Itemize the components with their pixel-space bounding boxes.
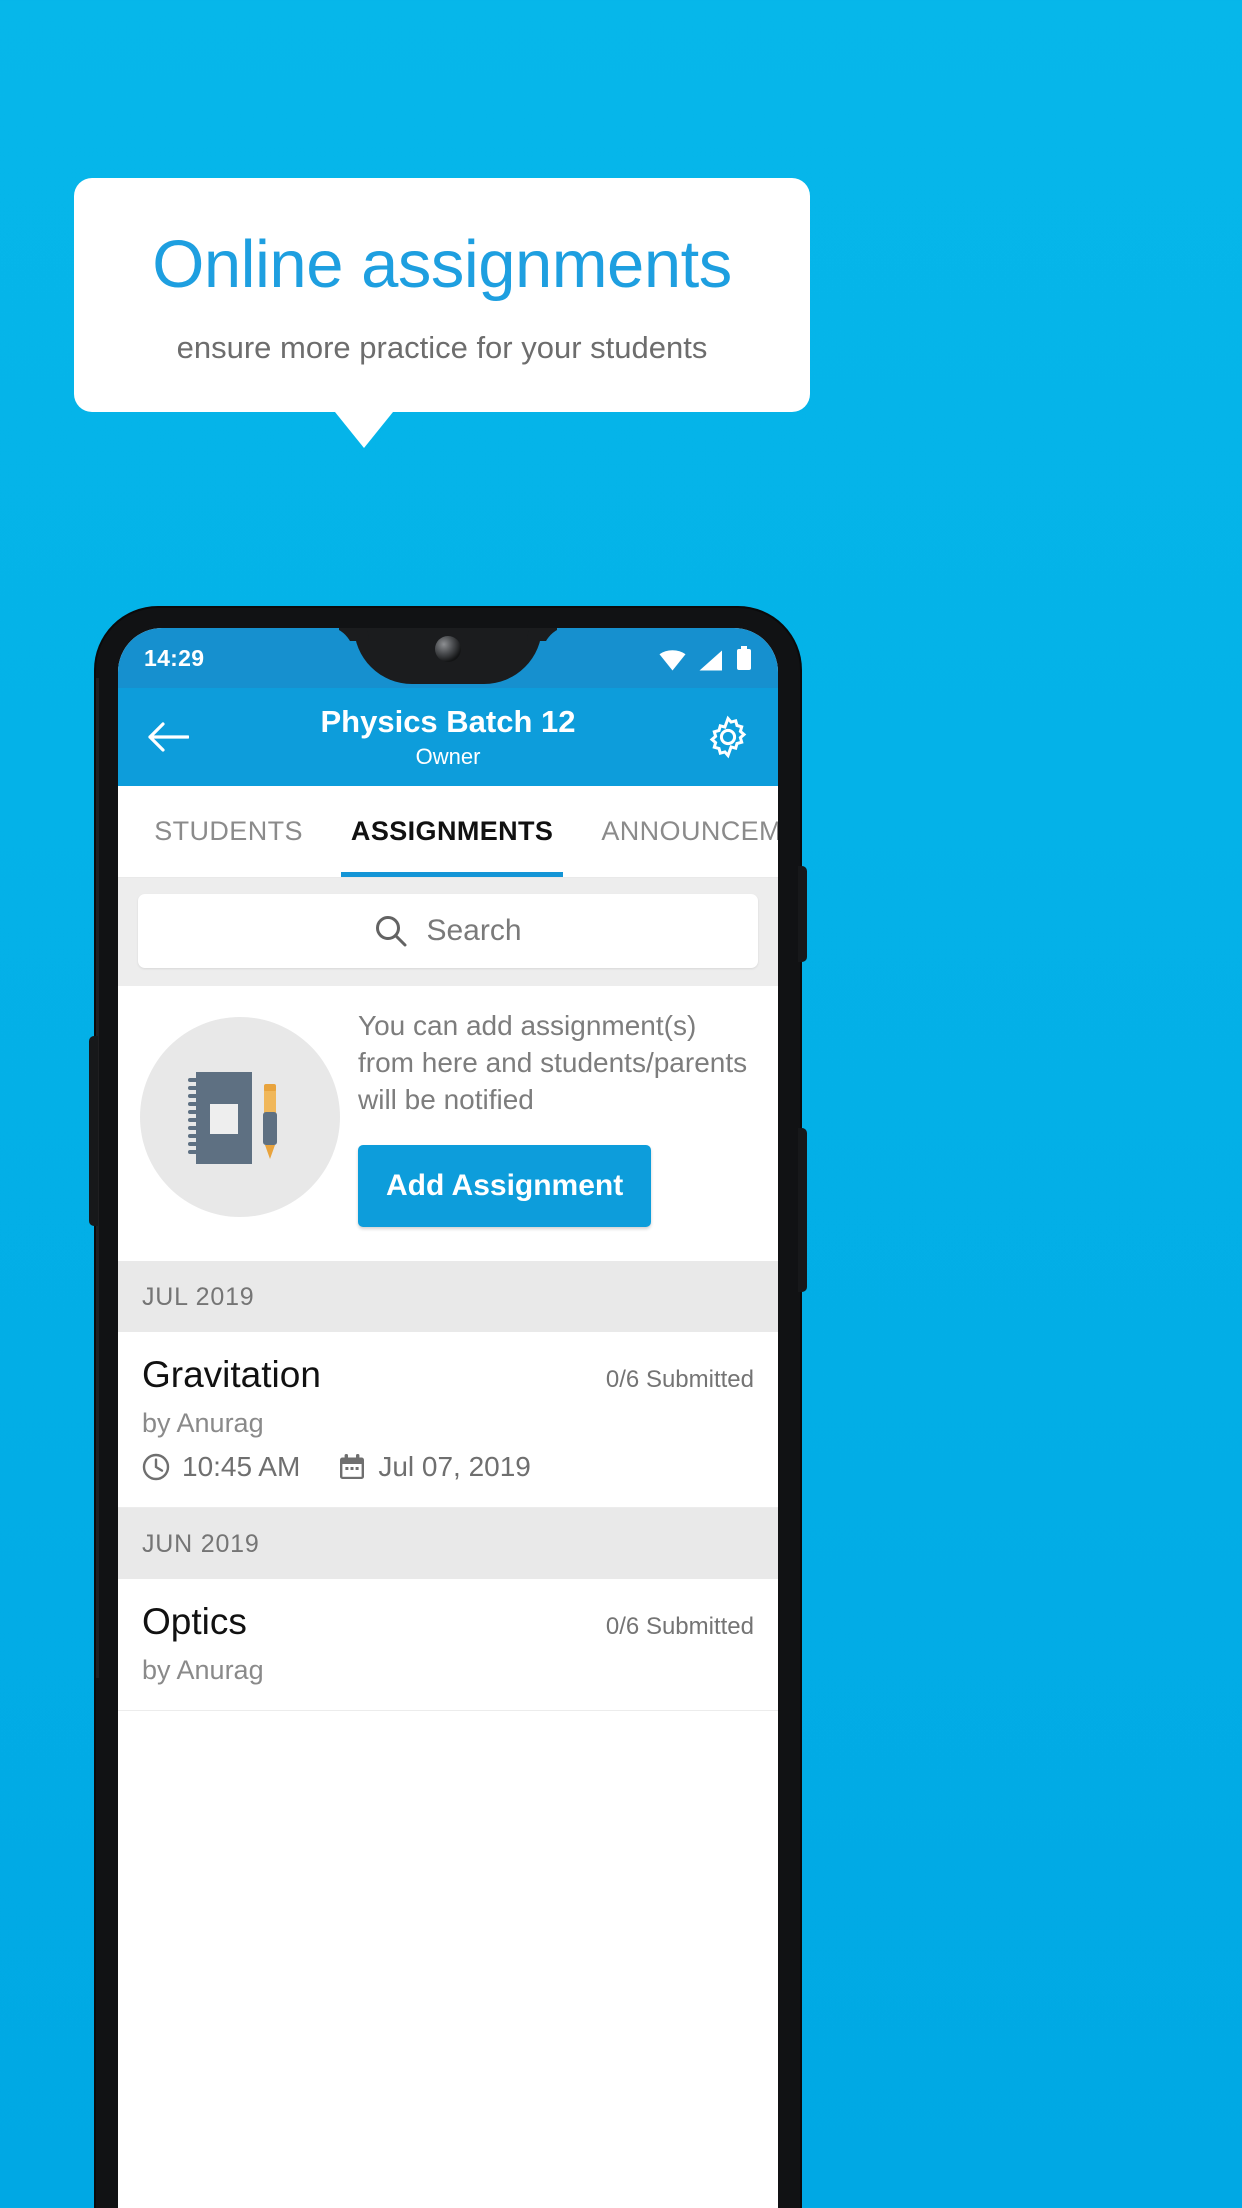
display-notch <box>354 628 542 684</box>
status-time: 14:29 <box>144 644 205 671</box>
tab-bar[interactable]: IEW STUDENTS ASSIGNMENTS ANNOUNCEM <box>118 786 778 878</box>
page-subtitle: Owner <box>415 743 481 769</box>
search-section: Search <box>118 878 778 986</box>
status-badge: 0/6 Submitted <box>605 1612 754 1640</box>
search-placeholder: Search <box>426 914 522 947</box>
tab-overview[interactable]: IEW <box>118 786 130 877</box>
tab-assignments[interactable]: ASSIGNMENTS <box>327 786 577 877</box>
settings-button[interactable] <box>702 711 754 763</box>
search-icon <box>374 914 408 948</box>
back-arrow-icon <box>147 722 189 752</box>
assignment-title: Optics <box>142 1600 247 1642</box>
status-badge: 0/6 Submitted <box>605 1365 754 1393</box>
app-bar-titles: Physics Batch 12 Owner <box>194 704 702 770</box>
phone-side-button <box>798 1128 807 1292</box>
assignment-time: 10:45 AM <box>182 1450 301 1482</box>
search-input[interactable]: Search <box>138 894 758 968</box>
calendar-icon <box>338 1453 366 1481</box>
phone-power-button <box>798 866 807 962</box>
empty-state-content: You can add assignment(s) from here and … <box>358 1008 758 1227</box>
empty-state-message: You can add assignment(s) from here and … <box>358 1010 748 1115</box>
month-header-jun: JUN 2019 <box>118 1507 778 1579</box>
page-title: Physics Batch 12 <box>320 704 576 740</box>
phone-mockup: 14:29 Physics Batch 12 Owner STUDENTS AS… <box>89 608 807 2208</box>
table-row[interactable]: Optics 0/6 Submitted by Anurag <box>118 1578 778 1711</box>
promo-tail-triangle <box>335 412 393 449</box>
month-header-jul: JUL 2019 <box>118 1260 778 1332</box>
add-assignment-button[interactable]: Add Assignment <box>358 1144 652 1227</box>
assignment-author: by Anurag <box>142 1407 264 1438</box>
signal-icon <box>699 650 723 671</box>
empty-state-card: You can add assignment(s) from here and … <box>118 986 778 1261</box>
status-bar: 14:29 <box>118 628 778 688</box>
promo-subtitle: ensure more practice for your students <box>176 330 708 366</box>
clock-icon <box>142 1453 170 1481</box>
assignment-header: Optics 0/6 Submitted <box>142 1601 754 1643</box>
phone-volume-button <box>89 1036 98 1226</box>
assignment-author: by Anurag <box>142 1654 264 1685</box>
wifi-icon <box>659 649 686 671</box>
status-icons <box>659 645 752 671</box>
assignment-title: Gravitation <box>142 1353 321 1395</box>
promo-callout: Online assignments ensure more practice … <box>74 178 810 449</box>
promo-title: Online assignments <box>152 227 732 302</box>
notebook-and-pen-icon <box>140 1017 340 1218</box>
assignment-meta: 10:45 AM Jul 07, 2019 <box>142 1451 754 1483</box>
gear-icon <box>706 715 750 759</box>
tab-students[interactable]: STUDENTS <box>130 786 327 877</box>
assignment-date: Jul 07, 2019 <box>378 1450 531 1482</box>
back-button[interactable] <box>142 711 194 763</box>
battery-icon <box>736 645 752 671</box>
table-row[interactable]: Gravitation 0/6 Submitted by Anurag 10:4… <box>118 1331 778 1508</box>
tab-announcements[interactable]: ANNOUNCEM <box>577 786 778 877</box>
assignment-header: Gravitation 0/6 Submitted <box>142 1354 754 1396</box>
phone-screen: 14:29 Physics Batch 12 Owner STUDENTS AS… <box>118 628 778 2208</box>
promo-card: Online assignments ensure more practice … <box>74 178 810 413</box>
app-bar: Physics Batch 12 Owner <box>118 688 778 786</box>
front-camera <box>435 636 461 662</box>
